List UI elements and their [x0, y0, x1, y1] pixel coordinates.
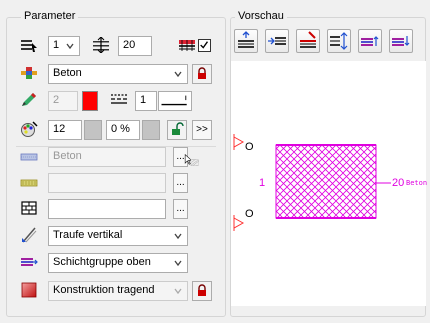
insert-layer-button[interactable] [265, 29, 289, 53]
eaves-value: Traufe vertikal [53, 229, 123, 241]
color-value: 12 [53, 123, 66, 135]
material-select[interactable]: Beton [48, 64, 188, 84]
eaves-icon [20, 227, 38, 243]
line-preview-button[interactable] [158, 91, 192, 111]
layer-group-icon [20, 254, 38, 270]
layer-structure-icon [178, 37, 196, 53]
chevron-down-icon [174, 288, 182, 295]
move-layer-up-button[interactable] [358, 29, 382, 53]
layer-group-value: Schichtgruppe oben [53, 256, 151, 268]
lock-closed-icon [198, 284, 206, 296]
move-layer-up-icon [361, 36, 379, 46]
hatch-input[interactable]: Beton [48, 147, 166, 167]
hatch-icon [20, 149, 38, 165]
swap-layers-icon [330, 32, 348, 50]
material-icon [20, 65, 38, 81]
layer-count-select[interactable]: 1 [48, 36, 80, 56]
fill-style-browse-button[interactable]: ... [173, 199, 188, 219]
side-marker-bottom: O [245, 208, 254, 220]
layer-number-label: 1 [259, 177, 266, 189]
eaves-select[interactable]: Traufe vertikal [48, 226, 188, 246]
linetype-value: 1 [140, 94, 147, 106]
hatch-value: Beton [53, 150, 82, 162]
fill-style-browse-label: ... [176, 203, 185, 214]
more-button[interactable]: >> [192, 120, 212, 140]
chevron-down-icon [174, 233, 182, 240]
parameter-group-title: Parameter [21, 10, 79, 22]
layer-structure-checkbox[interactable] [198, 39, 211, 52]
insert-layer-icon [268, 37, 286, 45]
transparency-input[interactable]: 0 % [106, 120, 140, 140]
color-value-input[interactable]: 12 [48, 120, 82, 140]
pattern-icon [20, 175, 38, 191]
add-layer-top-button[interactable] [234, 29, 258, 53]
pattern-input[interactable] [48, 173, 166, 193]
chevron-down-icon [174, 260, 182, 267]
pen-input[interactable]: 2 [48, 91, 78, 111]
gray-swatch-2[interactable] [142, 120, 160, 140]
layer-count-icon [20, 37, 38, 53]
gray-swatch-1[interactable] [84, 120, 102, 140]
material-value: Beton [53, 67, 82, 79]
add-layer-top-icon [238, 31, 254, 48]
layer-body[interactable] [276, 145, 376, 218]
layer-thickness-input[interactable]: 20 [118, 36, 152, 56]
layer-material-label: Beton [406, 179, 428, 187]
construction-select[interactable]: Konstruktion tragend [48, 281, 188, 301]
pen-value: 2 [53, 94, 60, 106]
construction-icon [20, 282, 38, 298]
layer-group-select[interactable]: Schichtgruppe oben [48, 253, 188, 273]
line-preview-icon [161, 95, 187, 106]
move-layer-down-icon [392, 36, 410, 46]
fill-style-icon [20, 200, 38, 216]
pattern-browse-label: ... [176, 177, 185, 188]
color-palette-icon [20, 121, 38, 137]
preview-group-title: Vorschau [235, 10, 287, 22]
layer-thickness-icon [92, 37, 110, 53]
delete-layer-icon [300, 31, 316, 48]
delete-layer-button[interactable] [296, 29, 320, 53]
layer-thickness-label: 20 [392, 177, 405, 189]
more-button-label: >> [196, 124, 208, 135]
fill-style-input[interactable] [48, 199, 166, 219]
chevron-down-icon [174, 71, 182, 78]
preview-canvas: O O 1 20 Beton [231, 61, 428, 306]
construction-value: Konstruktion tragend [53, 284, 155, 296]
construction-lock-button[interactable] [192, 281, 212, 301]
lock-open-icon [172, 122, 184, 135]
checkmark-icon [200, 41, 209, 49]
layer-count-value: 1 [53, 39, 60, 51]
move-layer-down-button[interactable] [389, 29, 413, 53]
linetype-input[interactable]: 1 [135, 91, 157, 111]
swap-layers-button[interactable] [327, 29, 351, 53]
material-lock-button[interactable] [192, 64, 212, 84]
side-marker-top: O [245, 141, 254, 153]
transparency-value: 0 % [111, 123, 130, 135]
pen-icon [20, 92, 38, 108]
lock-closed-icon [198, 67, 206, 79]
linetype-icon [110, 92, 128, 108]
layer-thickness-value: 20 [123, 39, 136, 51]
color-lock-button[interactable] [167, 120, 187, 140]
pattern-browse-button[interactable]: ... [173, 173, 188, 193]
pen-color-swatch[interactable] [82, 91, 98, 111]
chevron-down-icon [66, 43, 74, 50]
